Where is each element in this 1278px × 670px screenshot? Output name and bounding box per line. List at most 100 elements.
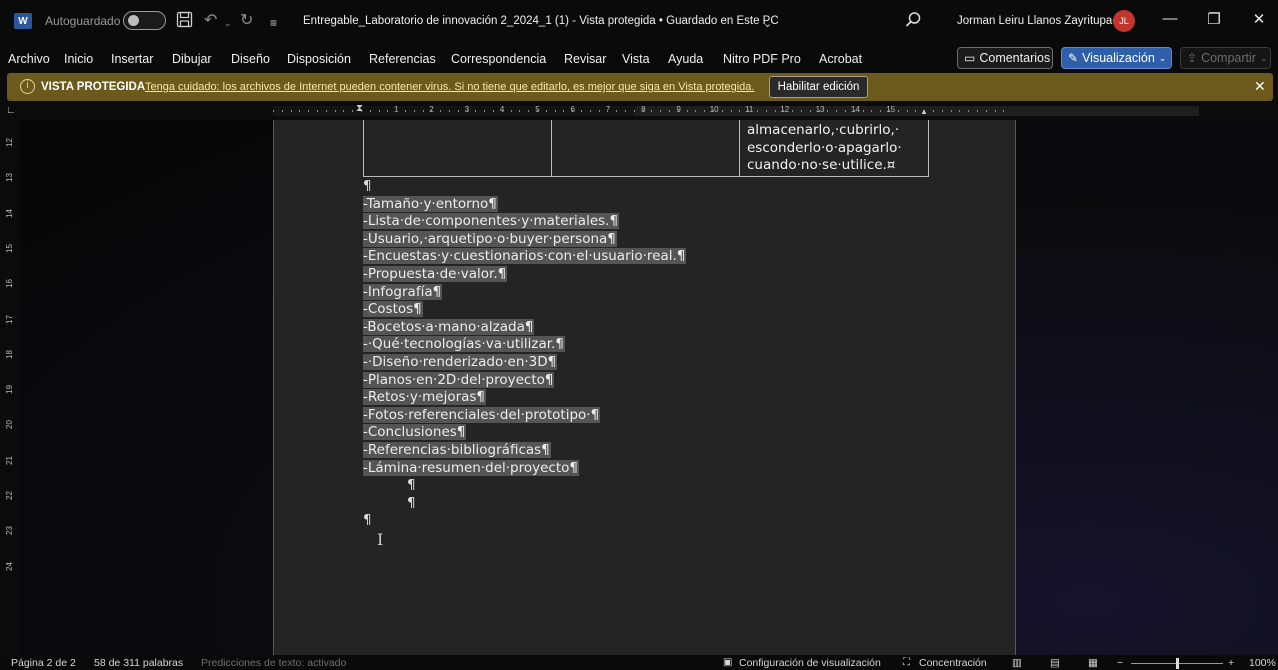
search-icon[interactable] (905, 11, 922, 33)
tab-diseno[interactable]: Diseño (231, 52, 270, 66)
tab-ayuda[interactable]: Ayuda (668, 52, 703, 66)
list-item[interactable]: -Lámina·resumen·del·proyecto¶ (363, 459, 686, 478)
undo-icon[interactable]: ↶ (204, 11, 217, 31)
focus-button[interactable]: Concentración (919, 657, 987, 669)
tab-nitro-pdf-pro[interactable]: Nitro PDF Pro (723, 52, 801, 66)
zoom-slider-handle[interactable] (1176, 658, 1179, 669)
text-cursor-icon: I (377, 530, 384, 549)
avatar[interactable]: JL (1113, 10, 1135, 32)
status-bar: Página 2 de 2 58 de 311 palabras Predicc… (0, 655, 1278, 670)
zoom-level[interactable]: 100% (1249, 657, 1276, 669)
text-predictions[interactable]: Predicciones de texto: activado (201, 657, 346, 669)
display-settings-button[interactable]: Configuración de visualización (739, 657, 881, 669)
tab-vista[interactable]: Vista (622, 52, 650, 66)
read-mode-icon[interactable]: ▥ (1012, 657, 1022, 669)
minimize-icon[interactable]: — (1160, 10, 1180, 27)
document-canvas[interactable]: almacenarlo,·cubrirlo,· esconderlo·o·apa… (20, 120, 1278, 655)
undo-dropdown-icon[interactable]: ⌄ (224, 13, 232, 33)
list-item[interactable]: -Encuestas·y·cuestionarios·con·el·usuari… (363, 248, 687, 266)
word-count[interactable]: 58 de 311 palabras (94, 657, 183, 669)
customize-toolbar-icon[interactable]: ≡ (270, 13, 277, 33)
indent-marker-icon[interactable]: ⧗ (356, 103, 363, 114)
list-item-text: -Planos·en·2D·del·proyecto¶ (363, 371, 555, 388)
restore-icon[interactable]: ❐ (1204, 10, 1224, 28)
user-name[interactable]: Jorman Leiru Llanos Zayritupac (957, 15, 1118, 27)
list-item[interactable]: -Referencias·bibliográficas¶ (363, 441, 686, 460)
list-item-text: -Encuestas·y·cuestionarios·con·el·usuari… (363, 248, 687, 265)
document-page[interactable]: almacenarlo,·cubrirlo,· esconderlo·o·apa… (273, 120, 1016, 655)
ruler-margin-area (635, 106, 1199, 116)
tab-referencias[interactable]: Referencias (369, 52, 436, 66)
zoom-in-icon[interactable]: + (1228, 657, 1234, 669)
list-item[interactable]: -Fotos·referenciales·del·prototipo·¶ (363, 406, 686, 425)
list-item[interactable]: -·Qué·tecnologías·va·utilizar.¶ (363, 336, 686, 354)
list-item[interactable]: -Bocetos·a·mano·alzada¶ (363, 318, 686, 337)
protected-view-message[interactable]: Tenga cuidado: los archivos de Internet … (145, 81, 754, 93)
document-title[interactable]: Entregable_Laboratorio de innovación 2_2… (303, 15, 779, 27)
ruler-tick (502, 110, 503, 112)
tab-correspondencia[interactable]: Correspondencia (451, 52, 546, 66)
web-layout-icon[interactable]: ▦ (1088, 657, 1098, 669)
page-count[interactable]: Página 2 de 2 (11, 657, 76, 669)
title-chevron-down-icon[interactable]: ⌄ (763, 14, 772, 34)
ruler-tick (801, 110, 802, 112)
close-bar-icon[interactable]: ✕ (1254, 78, 1266, 95)
list-item[interactable]: -Conclusiones¶ (363, 424, 686, 442)
table-cell-text[interactable]: almacenarlo,·cubrirlo,· esconderlo·o·apa… (747, 122, 927, 175)
list-item[interactable]: -Retos·y·mejoras¶ (363, 389, 686, 407)
table-column-divider (739, 120, 740, 176)
ruler-mark: 24 (4, 561, 14, 571)
close-icon[interactable]: ✕ (1249, 10, 1269, 28)
vertical-ruler[interactable]: 12 13 14 15 16 17 18 19 20 21 22 23 24 (0, 120, 20, 655)
print-layout-icon[interactable]: ▤ (1050, 657, 1060, 669)
ruler-mark: 19 (4, 385, 14, 395)
save-icon[interactable] (176, 11, 193, 34)
tab-archivo[interactable]: Archivo (8, 52, 50, 66)
tab-stop-selector-icon[interactable]: ∟ (6, 105, 16, 116)
document-body[interactable]: ¶ -Tamaño·y·entorno¶ -Lista·de·componente… (363, 178, 687, 530)
title-bar: W Autoguardado ↶ ⌄ ↻ ≡ Entregable_Labora… (0, 0, 1278, 43)
ruler-tick (519, 110, 520, 112)
redo-icon[interactable]: ↻ (240, 11, 253, 31)
list-item[interactable]: -Usuario,·arquetipo·o·buyer·persona¶ (363, 230, 686, 249)
ruler-tick (449, 110, 450, 112)
list-item[interactable]: -Lista·de·componentes·y·materiales.¶ (363, 213, 686, 231)
horizontal-ruler[interactable]: 123456789101112131415 ⧗ ▲ (0, 101, 1278, 120)
tab-insertar[interactable]: Insertar (111, 52, 153, 66)
list-item-text: -·Diseño·renderizado·en·3D¶ (363, 353, 558, 370)
list-item[interactable]: -Planos·en·2D·del·proyecto¶ (363, 371, 686, 390)
share-button[interactable]: ⇪ Compartir ⌄ (1180, 47, 1271, 69)
list-item[interactable]: -Costos¶ (363, 301, 686, 319)
ruler-mark: 13 (4, 173, 14, 183)
tab-inicio[interactable]: Inicio (64, 52, 93, 66)
ruler-mark: 12 (780, 105, 790, 114)
ruler-tick (396, 110, 397, 112)
document-table[interactable]: almacenarlo,·cubrirlo,· esconderlo·o·apa… (363, 120, 929, 177)
autosave-label: Autoguardado (45, 14, 121, 28)
word-logo-icon[interactable]: W (14, 13, 32, 29)
list-item[interactable]: -Propuesta·de·valor.¶ (363, 265, 686, 284)
ruler-tick (625, 110, 626, 112)
pencil-icon: ✎ (1068, 51, 1079, 65)
ruler-tick (273, 110, 274, 112)
list-item[interactable]: -·Diseño·renderizado·en·3D¶ (363, 353, 686, 372)
ruler-tick (493, 110, 494, 112)
autosave-toggle[interactable] (123, 11, 166, 30)
zoom-out-icon[interactable]: − (1117, 657, 1123, 669)
list-item[interactable]: -Infografía¶ (363, 283, 686, 302)
enable-editing-button[interactable]: Habilitar edición (769, 76, 868, 98)
ruler-tick (528, 110, 529, 112)
ruler-tick (783, 110, 784, 112)
ruler-mark: 10 (709, 105, 719, 114)
right-indent-marker-icon[interactable]: ▲ (920, 107, 928, 116)
ruler-tick (792, 110, 793, 112)
share-label: Compartir (1201, 51, 1256, 65)
view-mode-button[interactable]: ✎ Visualización ⌄ (1061, 47, 1172, 69)
ruler-tick (326, 110, 327, 112)
comments-button[interactable]: ▭ Comentarios (957, 47, 1053, 69)
tab-revisar[interactable]: Revisar (564, 52, 606, 66)
tab-disposicion[interactable]: Disposición (287, 52, 351, 66)
tab-dibujar[interactable]: Dibujar (172, 52, 212, 66)
tab-acrobat[interactable]: Acrobat (819, 52, 862, 66)
list-item[interactable]: -Tamaño·y·entorno¶ (363, 195, 686, 214)
